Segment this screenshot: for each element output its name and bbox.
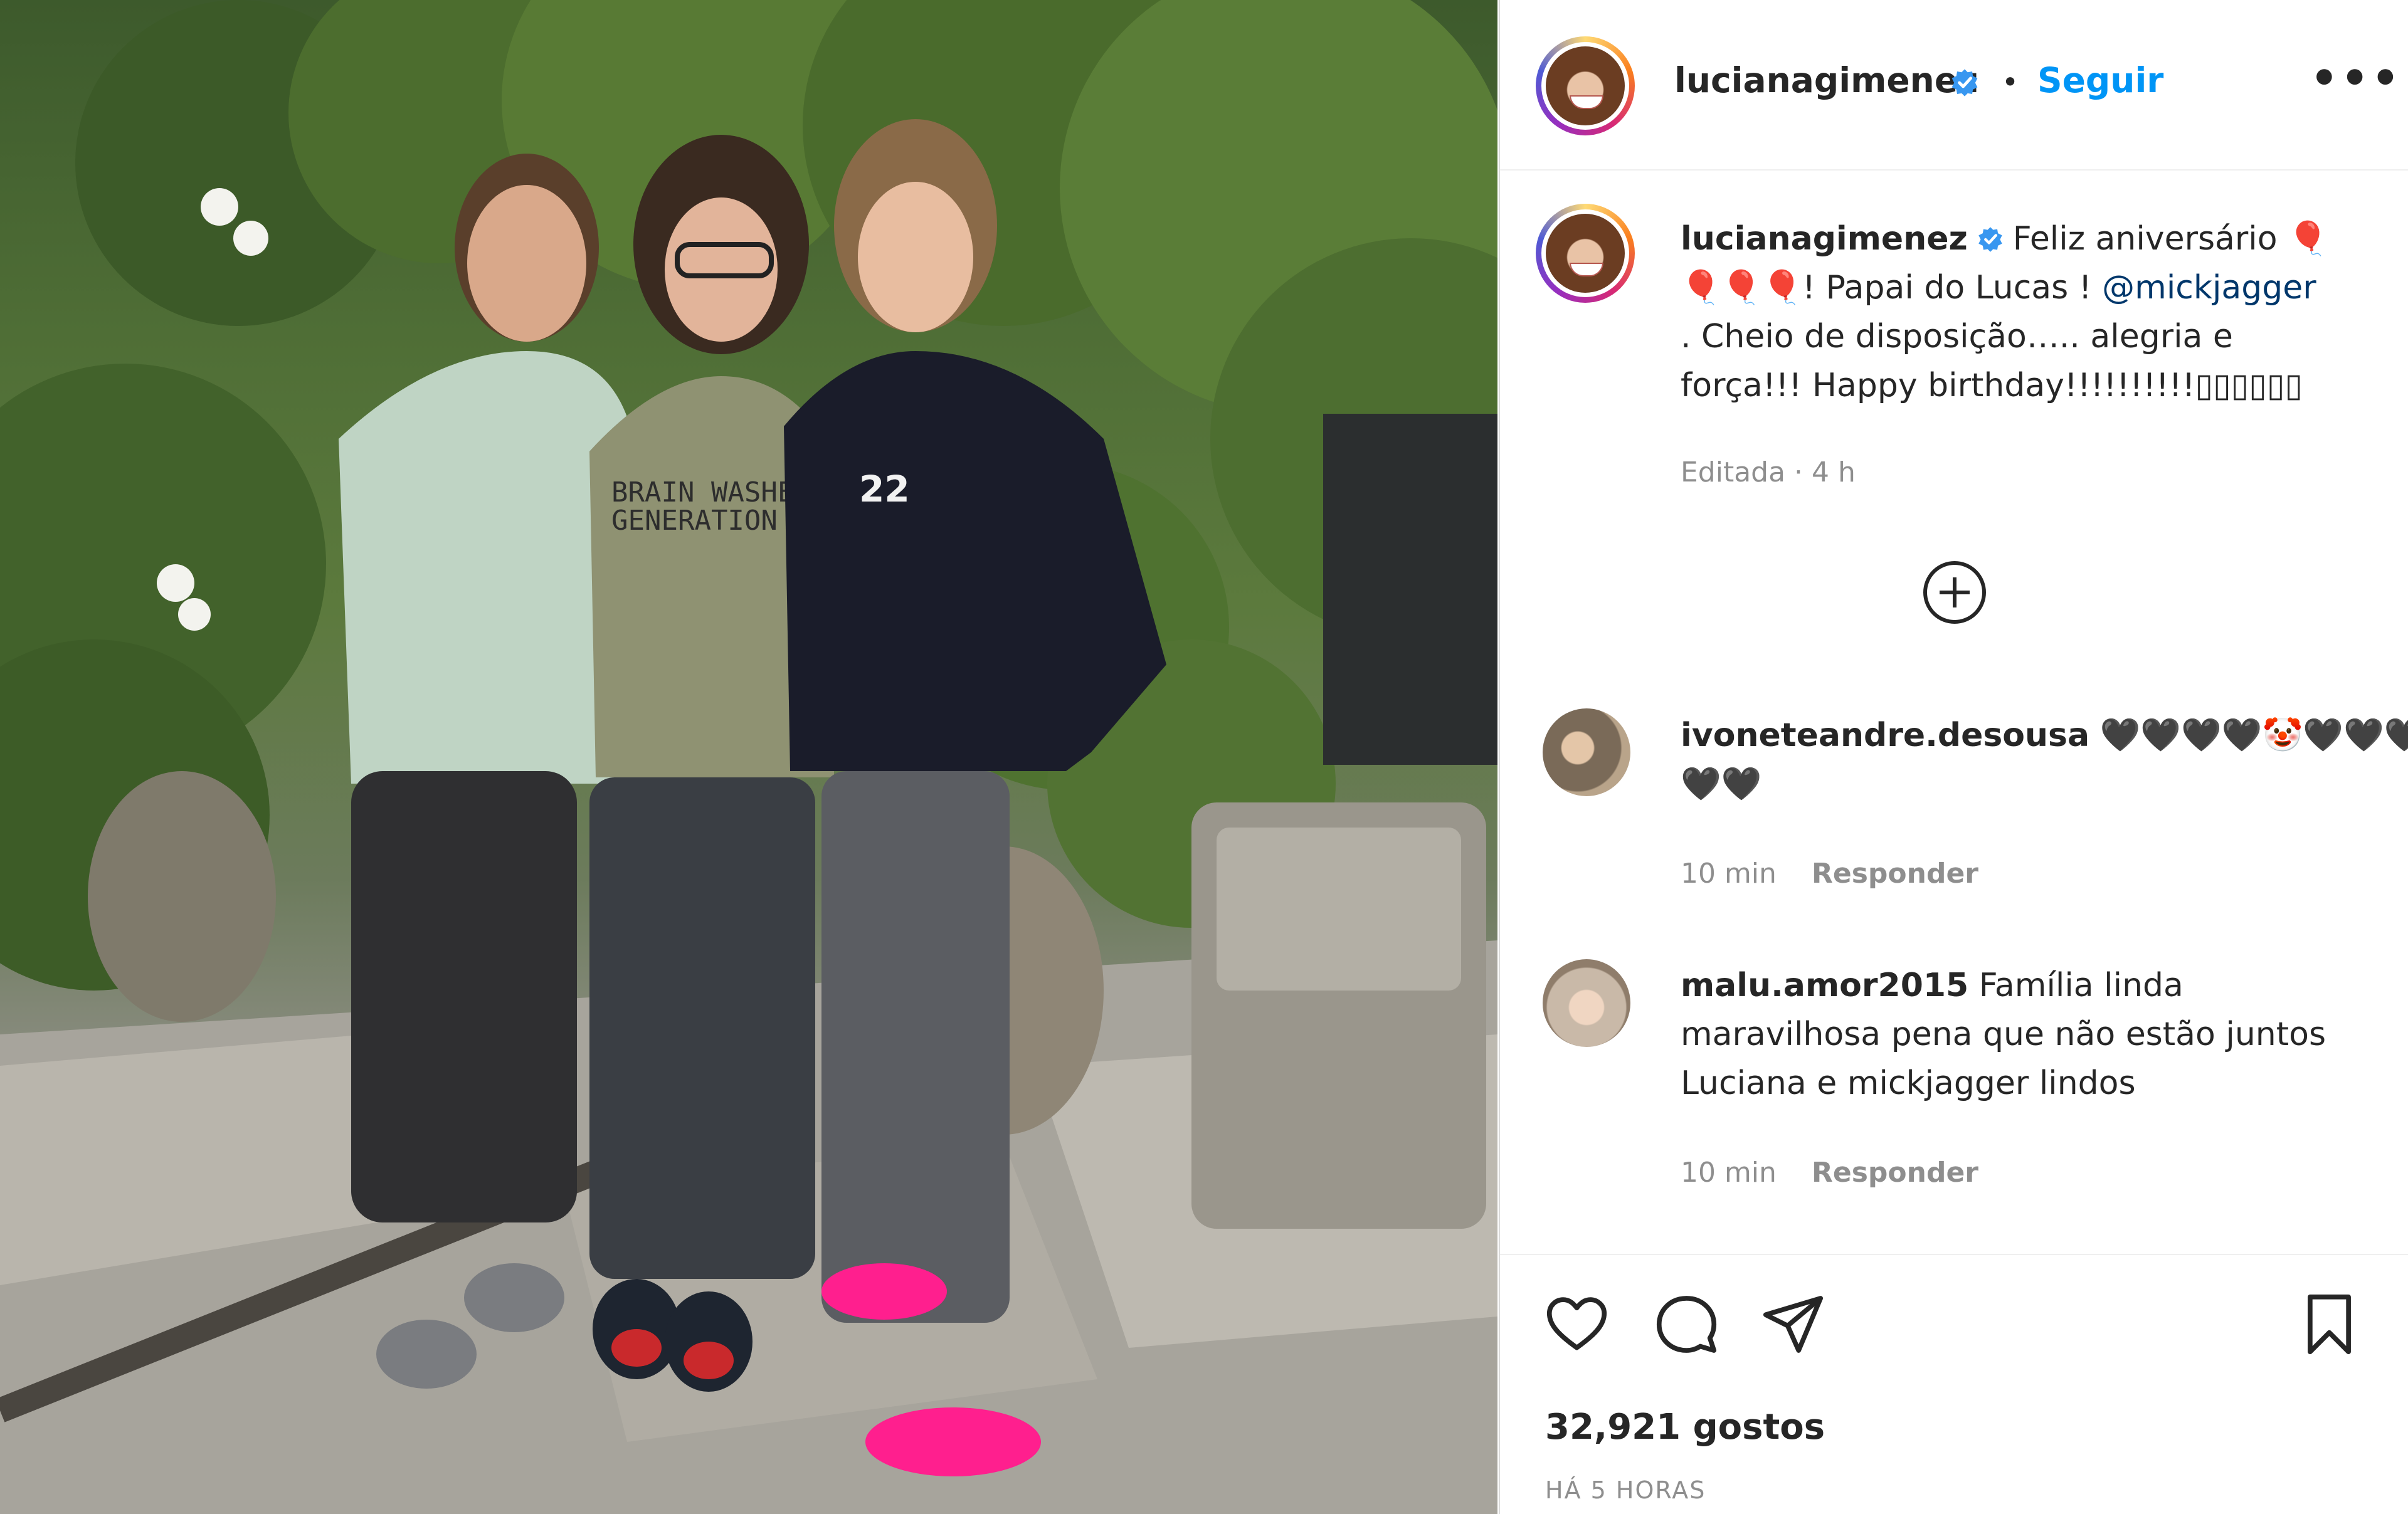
post-side-panel: lucianagimenez • Seguir ••• lucianagimen… <box>1499 0 2408 1514</box>
caption-avatar[interactable] <box>1536 204 1635 303</box>
shirt-text: BRAIN WASHED <box>611 476 811 508</box>
caption-line-2: 🎈🎈🎈! Papai do Lucas ! @mickjagger <box>1681 268 2316 307</box>
shirt-text: GENERATION <box>611 505 778 537</box>
caption-line-3: . Cheio de disposição….. alegria e <box>1681 318 2233 355</box>
more-options-icon[interactable]: ••• <box>2310 53 2402 104</box>
comment-time: 10 min <box>1681 858 1777 890</box>
verified-badge-icon <box>1978 227 2002 252</box>
comment-line: 🖤🖤 <box>1681 765 1762 803</box>
post-header: lucianagimenez • Seguir ••• <box>1500 0 2408 171</box>
caption-line-4: força!!! Happy birthday!!!!!!!!!!▯▯▯▯▯▯ <box>1681 367 2303 404</box>
actions-divider <box>1500 1254 2408 1255</box>
photo-illustration: BRAIN WASHED GENERATION 22 <box>0 0 1497 1514</box>
comment-icon[interactable] <box>1654 1291 1719 1357</box>
reply-button[interactable]: Responder <box>1812 1157 1978 1189</box>
save-icon[interactable] <box>2296 1291 2362 1357</box>
comment-avatar[interactable] <box>1543 708 1630 796</box>
comment-line: maravilhosa pena que não estão juntos <box>1681 1016 2326 1053</box>
post-photo[interactable]: BRAIN WASHED GENERATION 22 <box>0 0 1497 1514</box>
likes-count[interactable]: 32,921 gostos <box>1545 1407 1825 1448</box>
comment-username[interactable]: ivoneteandre.desousa <box>1681 717 2089 754</box>
caption-text: 🎈🎈🎈! Papai do Lucas ! <box>1681 269 2103 307</box>
add-comment-icon[interactable] <box>1923 561 1986 624</box>
planter-urn <box>88 771 276 1022</box>
comment-line: ivoneteandre.desousa 🖤🖤🖤🖤🤡🖤🖤🖤 <box>1681 716 2408 754</box>
caption-timestamp: Editada · 4 h <box>1681 456 1856 488</box>
comment-text: 🖤🖤🖤🖤🤡🖤🖤🖤 <box>2099 717 2408 754</box>
post-timestamp: HÁ 5 HORAS <box>1545 1476 1706 1504</box>
hoodie-text: 22 <box>859 468 910 510</box>
author-avatar[interactable] <box>1536 36 1635 135</box>
share-icon[interactable] <box>1760 1291 1826 1357</box>
verified-badge-icon <box>1951 69 1978 97</box>
heart-icon[interactable] <box>1544 1291 1610 1357</box>
comment-time: 10 min <box>1681 1157 1777 1189</box>
caption-line-1: lucianagimenez Feliz aniversário 🎈 <box>1681 219 2328 258</box>
comment-line: Luciana e mickjagger lindos <box>1681 1065 2136 1102</box>
comment-line: malu.amor2015 Família linda <box>1681 967 2184 1004</box>
reply-button[interactable]: Responder <box>1812 858 1978 890</box>
header-separator: • <box>2002 65 2019 99</box>
comment-text: Família linda <box>1978 967 2184 1004</box>
comment-avatar[interactable] <box>1543 959 1630 1047</box>
follow-button[interactable]: Seguir <box>2037 60 2163 100</box>
wicker-chair <box>1191 802 1486 1229</box>
comment-username[interactable]: malu.amor2015 <box>1681 967 1968 1004</box>
caption-username[interactable]: lucianagimenez <box>1681 220 1968 258</box>
dark-structure <box>1323 414 1497 765</box>
caption-text: Feliz aniversário 🎈 <box>2012 220 2328 258</box>
author-username[interactable]: lucianagimenez <box>1674 60 1978 100</box>
mention-link[interactable]: @mickjagger <box>2102 269 2316 307</box>
